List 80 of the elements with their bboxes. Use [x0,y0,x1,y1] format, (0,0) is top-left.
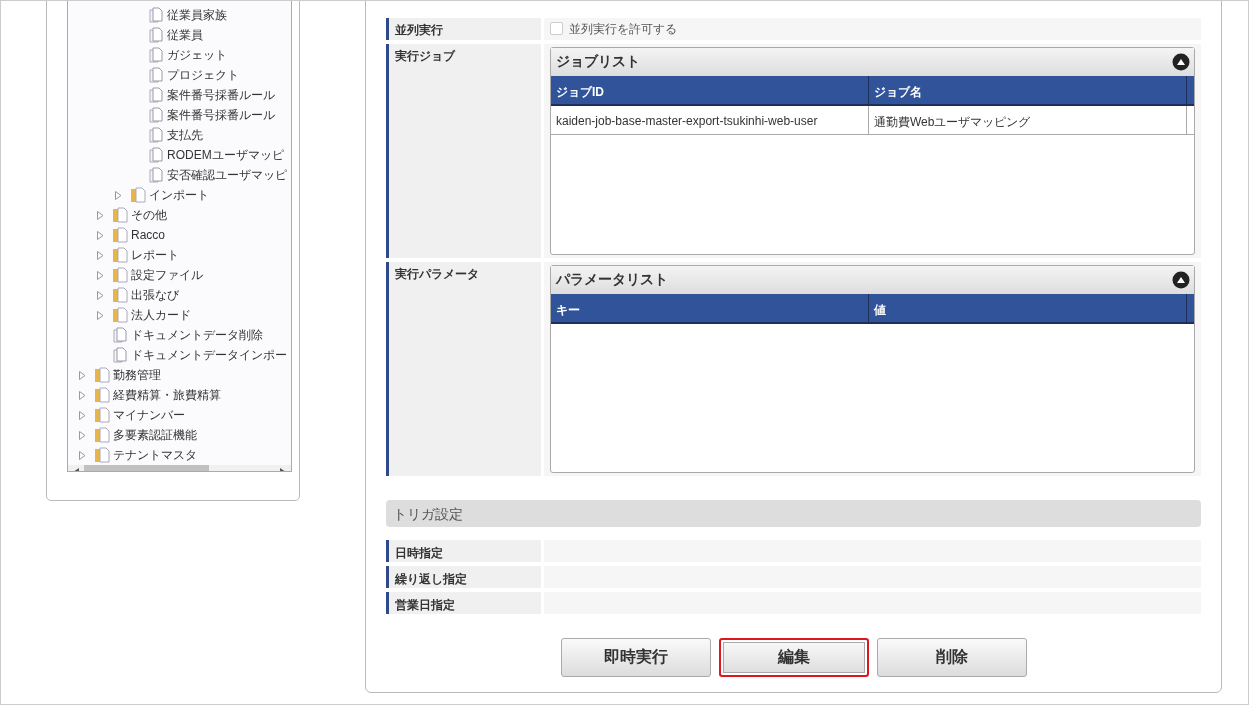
folder-icon [112,287,128,303]
table-cell: 通勤費Webユーザマッピング [869,106,1187,134]
action-button[interactable]: 編集 [718,638,869,677]
document-icon [148,107,164,123]
folder-icon [112,307,128,323]
document-icon [148,127,164,143]
tree-item[interactable]: Racco [131,227,165,243]
field-label: 繰り返し指定 [386,566,541,588]
tree-item[interactable]: ドキュメントデータインポー [131,347,287,363]
field-label: 日時指定 [386,540,541,562]
document-icon [148,167,164,183]
panel-title: パラメータリスト [556,271,668,289]
expand-triangle-icon[interactable] [78,410,86,420]
field-label: 並列実行 [386,18,541,40]
tree-item[interactable]: 多要素認証機能 [113,427,197,443]
document-icon [112,347,128,363]
expand-triangle-icon[interactable] [96,270,104,280]
collapse-icon[interactable] [1172,53,1190,71]
column-header[interactable]: キー [551,294,869,322]
tree-item[interactable]: ガジェット [167,47,227,63]
tree-item[interactable]: 案件番号採番ルール [167,87,275,103]
folder-icon [94,427,110,443]
field-label: 営業日指定 [386,592,541,614]
tree-item[interactable]: 法人カード [131,307,191,323]
folder-icon [94,387,110,403]
document-icon [148,147,164,163]
section-header: トリガ設定 [386,500,1201,527]
checkbox[interactable] [550,22,563,35]
column-header[interactable]: 値 [869,294,1187,322]
document-icon [148,47,164,63]
folder-icon [94,407,110,423]
tree-item[interactable]: 勤務管理 [113,367,161,383]
expand-triangle-icon[interactable] [78,370,86,380]
panel-title: ジョブリスト [556,53,640,71]
tree-item[interactable]: 安否確認ユーザマッピ [167,167,287,183]
tree-item[interactable]: 従業員家族 [167,7,227,23]
folder-icon [112,267,128,283]
folder-icon [130,187,146,203]
document-icon [148,7,164,23]
action-button[interactable]: 削除 [876,638,1027,677]
folder-icon [112,247,128,263]
expand-triangle-icon[interactable] [96,230,104,240]
folder-icon [112,207,128,223]
tree-item[interactable]: 従業員 [167,27,203,43]
checkbox-label[interactable]: 並列実行を許可する [569,21,677,38]
tree-item[interactable]: テナントマスタ [113,447,197,463]
tree-item[interactable]: 案件番号採番ルール [167,107,275,123]
tree-item[interactable]: その他 [131,207,167,223]
document-icon [148,67,164,83]
field-label: 実行パラメータ [386,262,541,476]
folder-icon [112,227,128,243]
table-cell: kaiden-job-base-master-export-tsukinhi-web-user [551,106,869,134]
tree-item[interactable]: レポート [131,247,179,263]
action-button[interactable]: 即時実行 [560,638,711,677]
tree-item[interactable]: ドキュメントデータ削除 [131,327,263,343]
tree-item[interactable]: 設定ファイル [131,267,203,283]
expand-triangle-icon[interactable] [96,310,104,320]
expand-triangle-icon[interactable] [78,430,86,440]
column-header[interactable]: ジョブ名 [869,76,1187,104]
document-icon [148,27,164,43]
tree-item[interactable]: プロジェクト [167,67,239,83]
expand-triangle-icon[interactable] [78,450,86,460]
tree-item[interactable]: 出張なび [131,287,179,303]
expand-triangle-icon[interactable] [96,210,104,220]
field-label: 実行ジョブ [386,44,541,258]
expand-triangle-icon[interactable] [96,290,104,300]
tree-item[interactable]: 支払先 [167,127,203,143]
tree-item[interactable]: RODEMユーザマッピ [167,147,284,163]
document-icon [112,327,128,343]
document-icon [148,87,164,103]
tree-item[interactable]: 経費精算・旅費精算 [113,387,221,403]
folder-icon [94,367,110,383]
expand-triangle-icon[interactable] [96,250,104,260]
tree-item[interactable]: マイナンバー [113,407,185,423]
expand-triangle-icon[interactable] [114,190,122,200]
collapse-icon[interactable] [1172,271,1190,289]
column-header[interactable]: ジョブID [551,76,869,104]
tree-item[interactable]: インポート [149,187,209,203]
expand-triangle-icon[interactable] [78,390,86,400]
folder-icon [94,447,110,463]
